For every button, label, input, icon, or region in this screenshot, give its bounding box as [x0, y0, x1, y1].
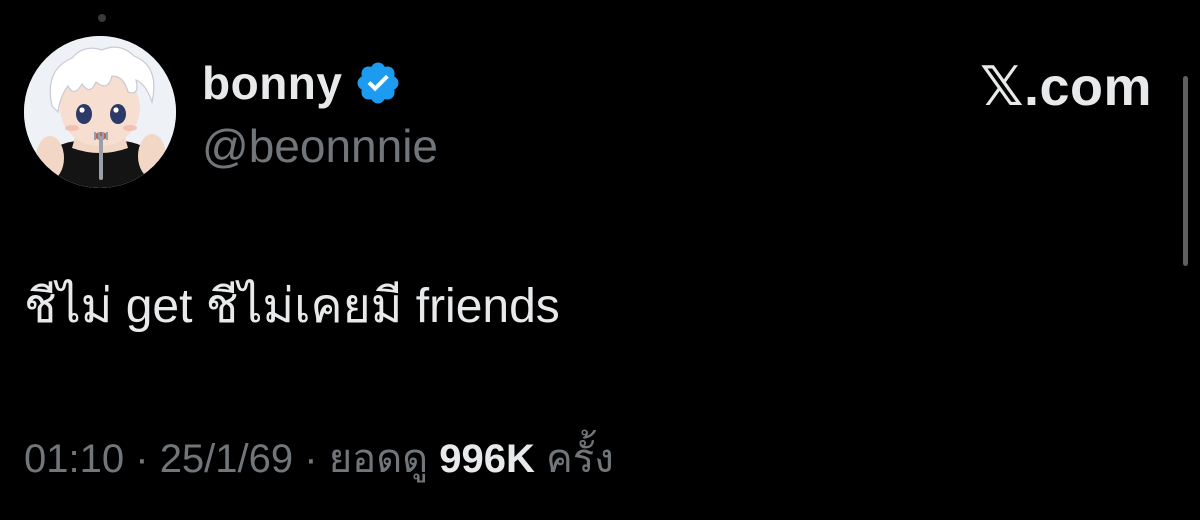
views-suffix: ครั้ง: [546, 437, 614, 481]
tweet-card: bonny @beonnnie 𝕏.com ชีไม่ get ชีไม่เคย…: [0, 0, 1200, 520]
avatar[interactable]: [24, 36, 176, 188]
status-dot: [98, 14, 106, 22]
scrollbar[interactable]: [1183, 76, 1188, 266]
avatar-image: [24, 36, 176, 188]
author-name-row: bonny: [202, 52, 402, 114]
tweet-meta: 01:10 · 25/1/69 · ยอดดู 996K ครั้ง: [24, 428, 614, 490]
views-count[interactable]: 996K: [439, 437, 535, 481]
meta-separator: ·: [304, 437, 318, 481]
meta-separator: ·: [135, 437, 149, 481]
author-display-name[interactable]: bonny: [202, 52, 342, 114]
verified-badge-icon: [357, 62, 399, 104]
views-prefix: ยอดดู: [328, 437, 429, 481]
tweet-time[interactable]: 01:10: [24, 437, 124, 481]
tweet-date[interactable]: 25/1/69: [160, 437, 293, 481]
author-handle[interactable]: @beonnnie: [202, 115, 438, 177]
x-com-logo: 𝕏.com: [979, 57, 1152, 117]
tweet-text: ชีไม่ get ชีไม่เคยมี friends: [24, 280, 560, 333]
